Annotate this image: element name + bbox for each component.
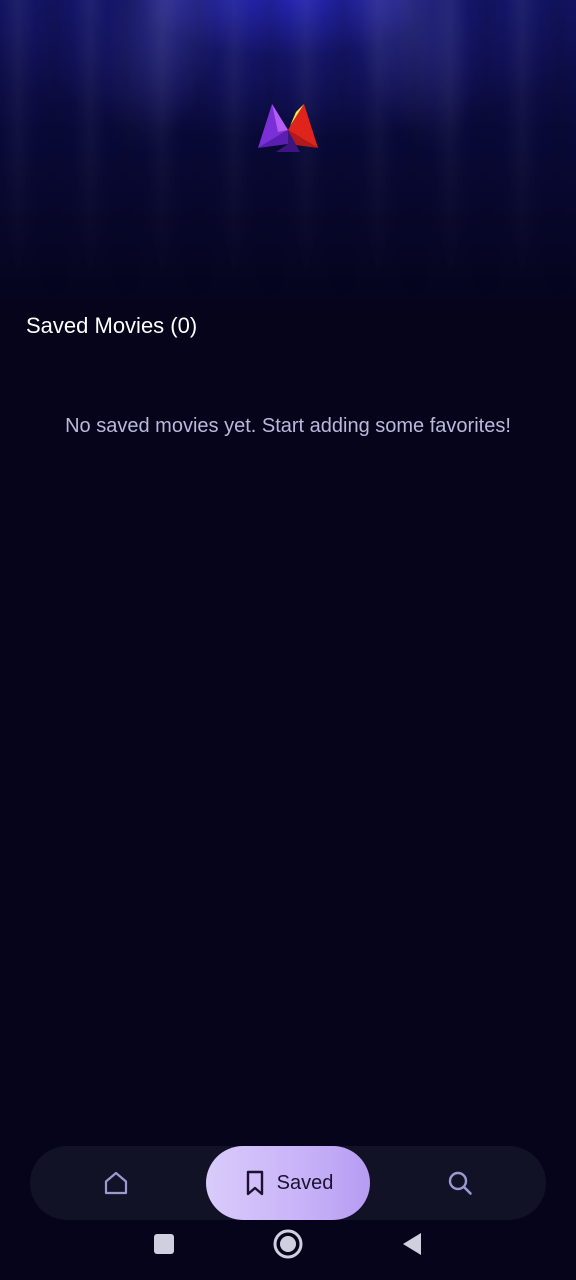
nav-saved-label: Saved <box>276 1171 334 1194</box>
system-home-button[interactable] <box>264 1222 312 1270</box>
system-navigation-bar <box>0 1222 576 1280</box>
page-title: Saved Movies (0) <box>26 313 198 338</box>
nav-home-button[interactable] <box>70 1146 162 1220</box>
bottom-navigation: Saved <box>30 1146 546 1220</box>
nav-search-button[interactable] <box>414 1146 506 1220</box>
home-icon <box>102 1169 130 1197</box>
recents-button[interactable] <box>140 1222 188 1270</box>
back-triangle-icon <box>400 1231 424 1262</box>
system-back-button[interactable] <box>388 1222 436 1270</box>
empty-state-message: No saved movies yet. Start adding some f… <box>65 415 511 437</box>
bookmark-icon <box>243 1169 267 1197</box>
nav-saved-button[interactable]: Saved <box>206 1146 370 1220</box>
square-icon <box>152 1232 176 1261</box>
circle-home-icon <box>272 1228 304 1265</box>
app-logo-icon <box>256 102 320 154</box>
hero-background <box>0 0 576 320</box>
search-icon <box>446 1169 474 1197</box>
saved-movies-screen: Saved Movies (0) No saved movies yet. St… <box>0 0 576 1280</box>
